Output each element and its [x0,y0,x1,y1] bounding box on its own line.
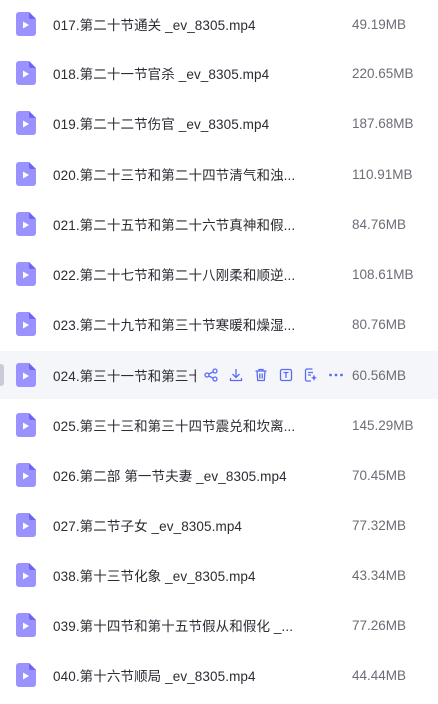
video-file-icon [16,312,36,336]
file-row[interactable]: 026.第二部 第一节夫妻 _ev_8305.mp4 70.45MB [0,451,438,499]
file-name[interactable]: 025.第三十三和第三十四节震兑和坎离... [53,415,295,435]
video-file-icon [16,463,36,487]
video-file-icon [16,513,36,537]
file-size: 80.76MB [352,316,407,332]
file-size: 110.91MB [352,166,413,182]
file-name[interactable]: 021.第二十五节和第二十六节真神和假... [53,214,295,234]
file-row[interactable]: 027.第二节子女 _ev_8305.mp4 77.32MB [0,501,438,549]
file-list: 017.第二十节通关 _ev_8305.mp4 49.19MB 018.第二十一节官… [0,0,438,704]
video-file-icon [16,262,36,286]
file-row[interactable]: 039.第十四节和第十五节假从和假化 _... 77.26MB [0,601,438,649]
ai-summary-icon[interactable] [298,364,323,386]
video-file-icon [16,12,36,36]
file-row[interactable]: 022.第二十七节和第二十八刚柔和顺逆... 108.61MB [0,250,438,298]
file-name[interactable]: 018.第二十一节官杀 _ev_8305.mp4 [53,63,269,83]
video-file-icon [16,563,36,587]
file-size: 108.61MB [352,266,414,282]
file-size: 187.68MB [352,115,414,131]
row-checkbox-edge[interactable] [0,364,4,386]
file-size: 220.65MB [352,65,414,81]
file-size: 70.45MB [352,467,407,483]
download-icon[interactable] [223,364,248,386]
file-name[interactable]: 022.第二十七节和第二十八刚柔和顺逆... [53,264,295,284]
file-row[interactable]: 024.第三十一节和第三十二 60.56MB [0,351,438,399]
file-row[interactable]: 021.第二十五节和第二十六节真神和假... 84.76MB [0,200,438,248]
file-name[interactable]: 040.第十六节顺局 _ev_8305.mp4 [53,665,256,685]
share-icon[interactable] [198,364,223,386]
file-row[interactable]: 038.第十三节化象 _ev_8305.mp4 43.34MB [0,551,438,599]
file-size: 49.19MB [352,16,407,32]
file-name[interactable]: 019.第二十二节伤官 _ev_8305.mp4 [53,113,269,133]
file-size: 60.56MB [352,367,407,383]
video-file-icon [16,212,36,236]
file-name[interactable]: 026.第二部 第一节夫妻 _ev_8305.mp4 [53,465,287,485]
file-row[interactable]: 020.第二十三节和第二十四节清气和浊... 110.91MB [0,150,438,198]
text-extract-icon[interactable] [273,364,298,386]
video-file-icon [16,162,36,186]
video-file-icon [16,363,36,387]
file-size: 43.34MB [352,567,407,583]
file-name[interactable]: 024.第三十一节和第三十二 [53,365,216,385]
video-file-icon [16,663,36,687]
file-size: 84.76MB [352,216,407,232]
row-action-bar [196,351,348,399]
file-size: 145.29MB [352,417,414,433]
file-row[interactable]: 019.第二十二节伤官 _ev_8305.mp4 187.68MB [0,99,438,147]
file-row[interactable]: 018.第二十一节官杀 _ev_8305.mp4 220.65MB [0,49,438,97]
video-file-icon [16,61,36,85]
file-size: 77.26MB [352,617,407,633]
file-name[interactable]: 020.第二十三节和第二十四节清气和浊... [53,164,295,184]
file-row[interactable]: 017.第二十节通关 _ev_8305.mp4 49.19MB [0,0,438,48]
file-size: 44.44MB [352,667,407,683]
video-file-icon [16,413,36,437]
file-size: 77.32MB [352,517,407,533]
file-name[interactable]: 017.第二十节通关 _ev_8305.mp4 [53,14,256,34]
file-row[interactable]: 025.第三十三和第三十四节震兑和坎离... 145.29MB [0,401,438,449]
file-name[interactable]: 023.第二十九节和第三十节寒暖和燥湿... [53,314,295,334]
file-row[interactable]: 023.第二十九节和第三十节寒暖和燥湿... 80.76MB [0,300,438,348]
file-name[interactable]: 039.第十四节和第十五节假从和假化 _... [53,615,293,635]
video-file-icon [16,111,36,135]
more-icon[interactable] [323,364,348,386]
file-name[interactable]: 027.第二节子女 _ev_8305.mp4 [53,515,242,535]
file-row[interactable]: 040.第十六节顺局 _ev_8305.mp4 44.44MB [0,651,438,699]
video-file-icon [16,613,36,637]
file-name[interactable]: 038.第十三节化象 _ev_8305.mp4 [53,565,256,585]
delete-icon[interactable] [248,364,273,386]
